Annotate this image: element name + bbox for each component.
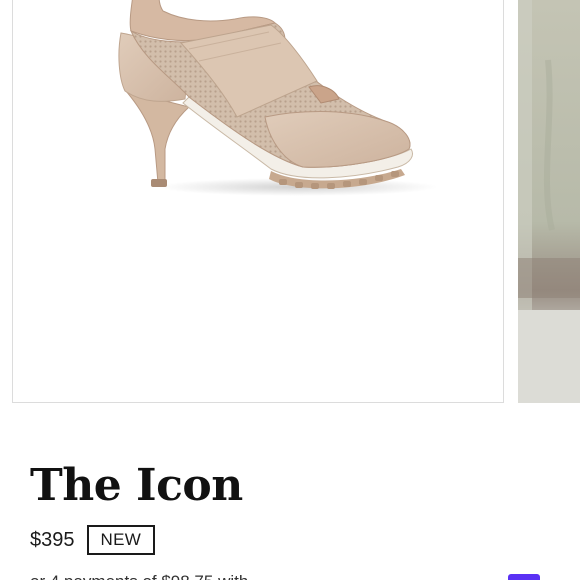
condition-badge: NEW [86, 525, 156, 555]
product-image-secondary[interactable] [518, 0, 580, 403]
wall-backdrop [518, 0, 580, 403]
shoe-illustration [118, 0, 438, 196]
shop-pay-icon[interactable] [508, 574, 540, 580]
product-image-main[interactable] [12, 0, 504, 403]
product-title: The Icon [30, 460, 243, 511]
installments-text: or 4 payments of $98.75 with [30, 572, 580, 580]
product-page: The Icon $395 NEW or 4 payments of $98.7… [0, 0, 580, 580]
price-row: $395 NEW [30, 524, 156, 556]
product-price: $395 [30, 528, 75, 551]
